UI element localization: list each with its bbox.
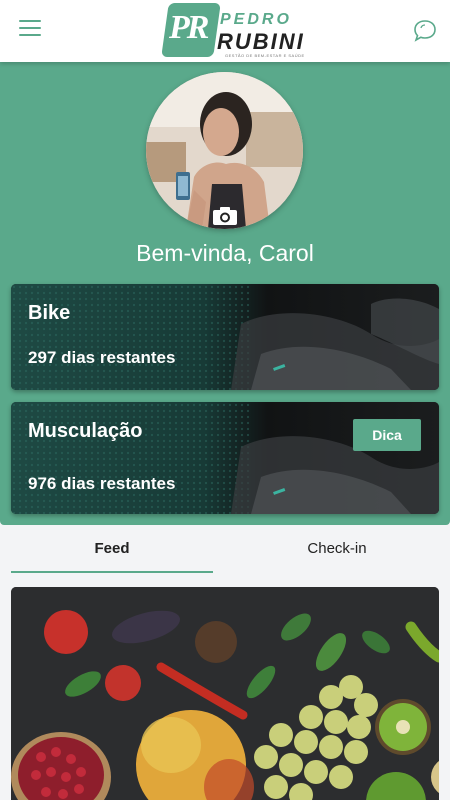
plan-title: Musculação xyxy=(28,420,143,442)
top-app-bar: PR PEDRO RUBINI GESTÃO DE BEM-ESTAR E SA… xyxy=(0,0,450,62)
plan-title: Bike xyxy=(28,302,71,324)
feed-tabs: Feed Check-in xyxy=(0,525,450,577)
dica-button[interactable]: Dica xyxy=(353,419,421,451)
profile-header: Bem-vinda, Carol Bike 297 dias restantes… xyxy=(0,62,450,525)
camera-icon[interactable] xyxy=(212,206,238,226)
welcome-greeting: Bem-vinda, Carol xyxy=(136,240,314,266)
chat-icon[interactable] xyxy=(412,18,438,44)
brand-logo: PR PEDRO RUBINI GESTÃO DE BEM-ESTAR E SA… xyxy=(161,3,304,61)
logo-first-name: PEDRO xyxy=(220,11,292,28)
plan-card-musculacao[interactable]: Musculação Dica 976 dias restantes xyxy=(11,402,439,514)
tab-check-in[interactable]: Check-in xyxy=(236,525,438,573)
feed-post-image[interactable] xyxy=(11,587,439,800)
logo-last-name: RUBINI xyxy=(217,29,305,54)
app-screen: PR PEDRO RUBINI GESTÃO DE BEM-ESTAR E SA… xyxy=(0,0,450,800)
card-background xyxy=(11,284,439,390)
logo-tagline: GESTÃO DE BEM-ESTAR E SAÚDE xyxy=(225,53,305,58)
tab-feed[interactable]: Feed xyxy=(11,525,213,573)
plan-days-remaining: 297 dias restantes xyxy=(28,348,176,367)
logo-monogram: PR xyxy=(169,9,209,46)
plan-card-bike[interactable]: Bike 297 dias restantes xyxy=(11,284,439,390)
menu-icon[interactable] xyxy=(19,20,43,40)
plan-days-remaining: 976 dias restantes xyxy=(28,474,176,493)
